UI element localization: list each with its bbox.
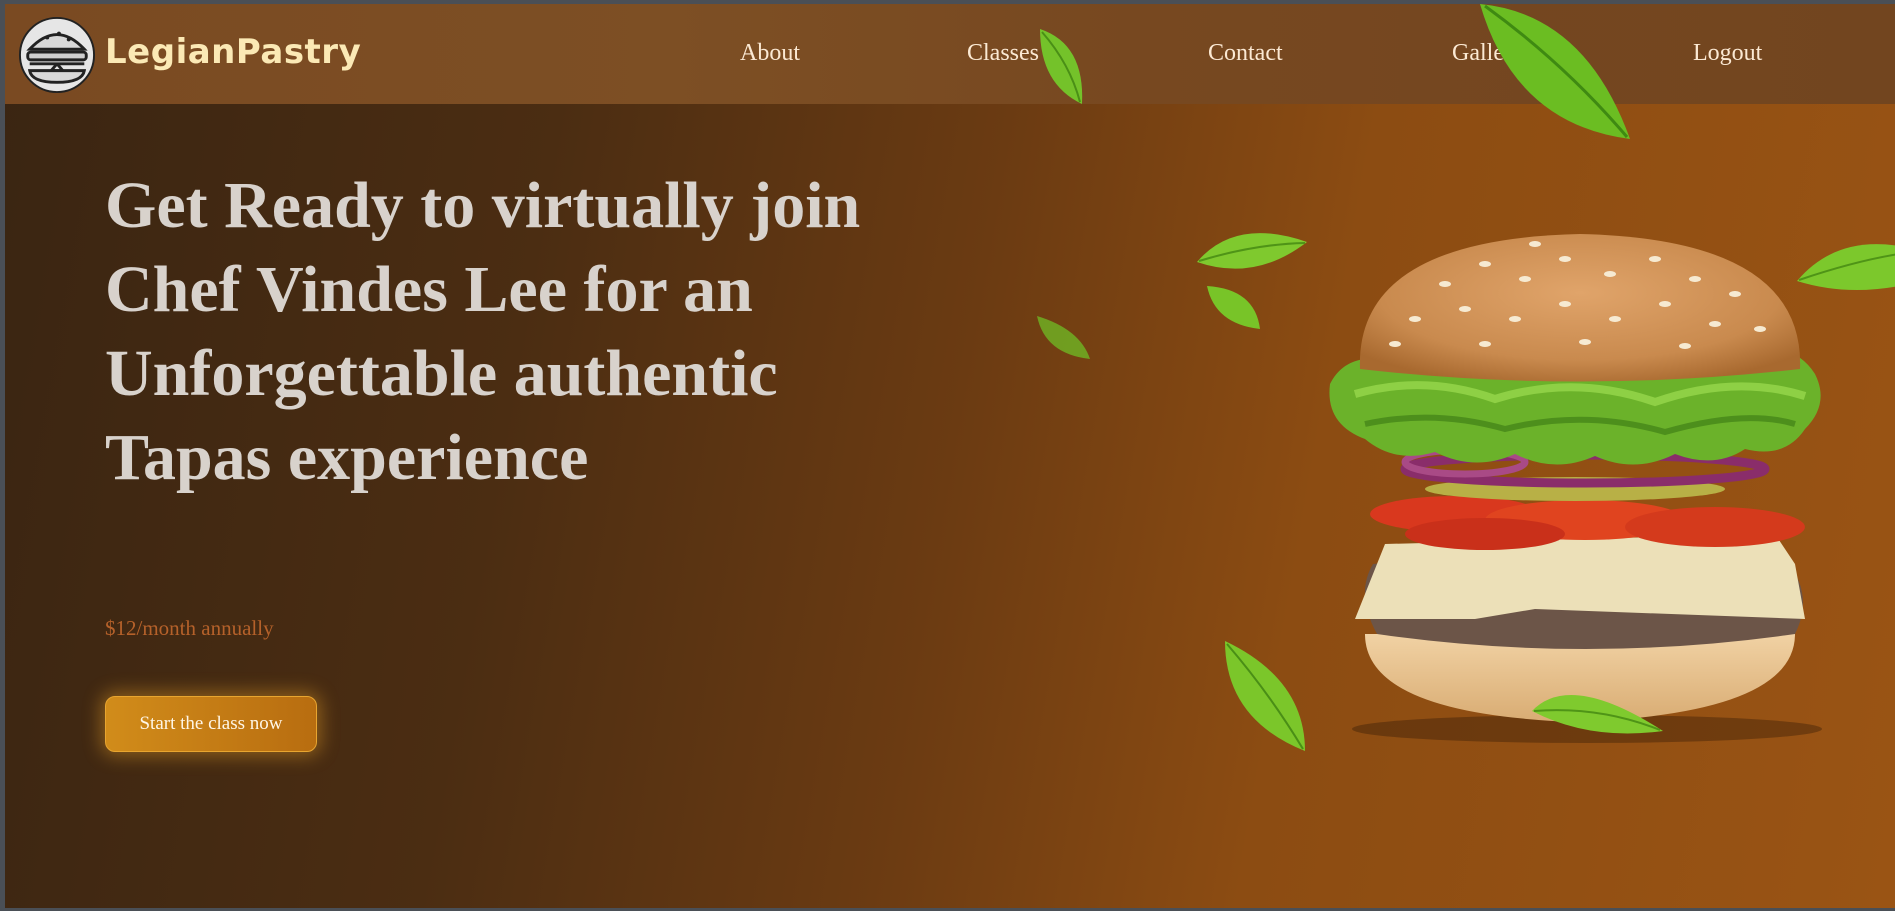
leaf-icon (1207, 286, 1260, 329)
leaf-icon (1532, 695, 1663, 734)
nav-link-about[interactable]: About (740, 40, 800, 67)
leaf-icon (1797, 244, 1895, 290)
hero-title: Get Ready to virtually join Chef Vindes … (105, 169, 861, 494)
leaf-icon (1480, 4, 1630, 139)
brand-name[interactable]: LegianPastry (105, 32, 361, 72)
leaf-icon (1197, 233, 1307, 269)
nav-link-classes[interactable]: Classes (967, 40, 1039, 67)
nav-link-logout[interactable]: Logout (1693, 40, 1762, 67)
burger-illustration (1329, 234, 1822, 743)
price-text: $12/month annually (105, 616, 274, 640)
nav-link-contact[interactable]: Contact (1208, 40, 1283, 67)
start-class-button[interactable]: Start the class now (105, 696, 317, 752)
leaf-icon (1225, 641, 1305, 751)
leaf-icon (1037, 316, 1090, 359)
burger-logo-icon[interactable] (18, 16, 96, 94)
landing-page: LegianPastry About Classes Contact Galle… (5, 4, 1895, 908)
leaf-icon (1040, 29, 1083, 104)
